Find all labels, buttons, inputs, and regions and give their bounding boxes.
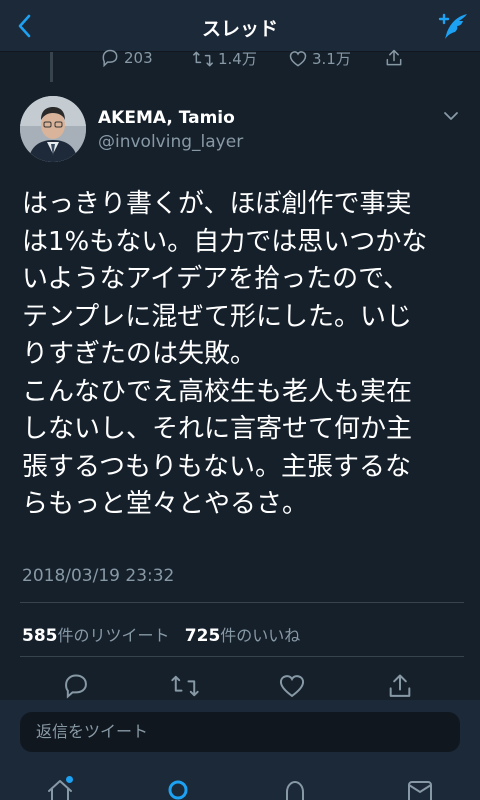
parent-like-button[interactable]: 3.1万: [288, 48, 351, 69]
share-icon[interactable]: [386, 672, 414, 700]
tweet-stats: 585件のリツイート 725件のいいね: [22, 622, 300, 646]
retweet-icon[interactable]: [170, 672, 200, 700]
parent-share-button[interactable]: [384, 48, 408, 68]
heart-icon: [289, 50, 307, 67]
parent-retweet-button[interactable]: 1.4万: [192, 48, 257, 69]
reply-icon: [102, 49, 118, 68]
avatar-photo: [20, 96, 86, 162]
parent-like-count: 3.1万: [312, 50, 351, 68]
retweet-stat[interactable]: 585件のリツイート: [22, 626, 170, 646]
share-icon: [386, 49, 402, 66]
parent-reply-button[interactable]: 203: [100, 48, 153, 68]
retweet-label: 件のリツイート: [57, 626, 170, 645]
author-handle[interactable]: @involving_layer: [98, 132, 243, 152]
home-notification-dot: [66, 776, 73, 783]
compose-tweet-icon[interactable]: [436, 10, 470, 44]
reply-input[interactable]: 返信をツイート: [20, 712, 460, 752]
like-count: 725: [184, 626, 221, 646]
chevron-down-icon[interactable]: [442, 110, 460, 122]
tweet-timestamp: 2018/03/19 23:32: [22, 566, 175, 586]
parent-retweet-count: 1.4万: [218, 50, 257, 68]
bell-icon[interactable]: [282, 778, 308, 800]
search-icon[interactable]: [166, 778, 192, 800]
tweet-text: はっきり書くが、ほぼ創作で事実 は1%もない。自力では思いつかな いようなアイデ…: [22, 189, 428, 519]
top-bar: スレッド: [0, 0, 480, 52]
divider: [20, 602, 464, 603]
parent-tweet-actions: 203 1.4万 3.1万: [0, 46, 480, 72]
page-title: スレッド: [201, 18, 278, 40]
heart-icon[interactable]: [278, 672, 306, 700]
like-stat[interactable]: 725件のいいね: [184, 626, 301, 646]
parent-reply-count: 203: [124, 49, 153, 67]
like-label: 件のいいね: [220, 626, 301, 645]
mail-icon[interactable]: [406, 778, 434, 800]
reply-icon[interactable]: [62, 672, 90, 700]
tweet-author-row: AKEMA, Tamio @involving_layer: [0, 92, 480, 162]
retweet-count: 585: [22, 626, 58, 646]
reply-composer-bar: 返信をツイート: [0, 700, 480, 800]
avatar[interactable]: [20, 96, 86, 162]
divider: [20, 656, 464, 657]
author-display-name[interactable]: AKEMA, Tamio: [98, 108, 235, 128]
retweet-icon: [193, 51, 213, 66]
